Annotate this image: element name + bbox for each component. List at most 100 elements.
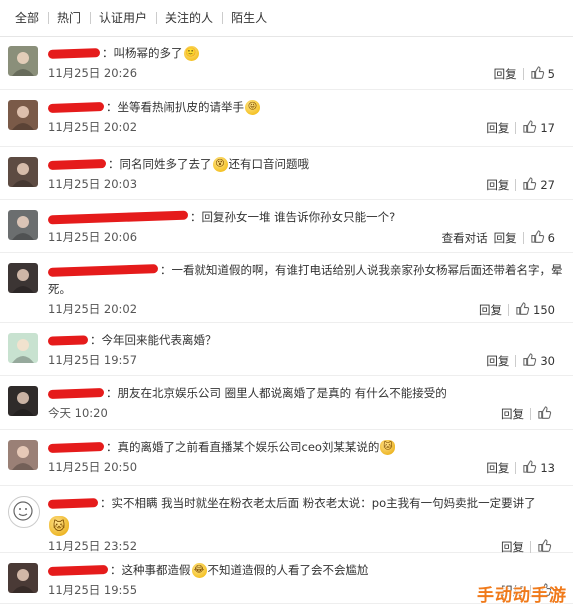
like-button[interactable]: 5 [530, 65, 555, 83]
divider [530, 408, 531, 420]
comment-text-part: ：坐等看热闹扒皮的请举手 [106, 100, 244, 114]
comment-item: ：一看就知道假的啊，有谁打电话给别人说我亲家孙女杨幂后面还带着名字，晕死。 11月… [0, 253, 573, 323]
comment-actions: 回复 27 [486, 176, 555, 194]
like-count: 30 [540, 354, 555, 368]
comment-time: 11月25日 20:02 [48, 120, 138, 134]
divider [515, 122, 517, 134]
thumbs-up-icon [522, 119, 537, 137]
like-count: 150 [533, 303, 555, 317]
like-button[interactable]: 17 [522, 119, 555, 137]
thumbs-up-icon [537, 405, 552, 423]
comment-text-part: 孙女一堆 谁告诉你孙女只能一个? [224, 210, 396, 224]
comment-list: ：叫杨幂的多了 🙂 11月25日 20:26 回复 5 ：坐等看热闹扒皮的请举手 😝 11月2… [0, 36, 573, 604]
reply-button[interactable]: 回复 [486, 177, 509, 193]
tab-4[interactable]: 陌生人 [222, 0, 276, 36]
reply-button[interactable]: 回复 [486, 120, 509, 136]
avatar[interactable] [8, 386, 38, 416]
divider [522, 232, 524, 244]
like-count: 6 [547, 231, 555, 245]
comment-time: 11月25日 20:50 [48, 460, 138, 474]
watermark-logo: 手动动手游 [477, 586, 567, 606]
avatar[interactable] [8, 496, 40, 528]
like-button[interactable]: 13 [522, 459, 555, 477]
avatar[interactable] [8, 210, 38, 240]
like-count: 13 [540, 461, 555, 475]
like-count: 27 [540, 178, 555, 192]
divider [530, 541, 531, 553]
like-button[interactable]: 150 [515, 301, 555, 319]
comment-text: ：朋友在北京娱乐公司 圈里人都说离婚了是真的 有什么不能接受的 [47, 384, 563, 403]
comment-item: ：真的离婚了之前看直播某个娱乐公司ceo刘某某说的 🐱 11月25日 20:50 回复… [0, 430, 573, 486]
like-button[interactable]: 27 [522, 176, 555, 194]
comment-text-part: ：同名同姓多了去了 [108, 157, 212, 171]
comment-text-part: ：回复 [190, 210, 225, 224]
divider [515, 462, 517, 474]
redacted-username[interactable] [47, 498, 99, 509]
filter-tabs: 全部 热门 认证用户 关注的人 陌生人 [0, 0, 573, 37]
comment-text-part: ：一看就知道假的啊，有谁打电话给别人说我亲家孙女杨幂后面还带着名字，晕 [160, 263, 563, 277]
avatar[interactable] [8, 333, 38, 363]
comment-time: 11月25日 20:26 [48, 66, 138, 80]
reply-button[interactable]: 回复 [494, 66, 517, 82]
tab-3[interactable]: 关注的人 [156, 0, 222, 36]
redacted-username[interactable] [47, 442, 105, 453]
redacted-username[interactable] [47, 564, 109, 577]
avatar[interactable] [8, 46, 38, 76]
tab-0[interactable]: 全部 [6, 0, 48, 36]
thumbs-up-icon [522, 176, 537, 194]
comment-actions: 查看对话 回复 6 [442, 229, 555, 247]
like-count: 5 [547, 67, 555, 81]
comment-text-part: ：朋友在北京娱乐公司 圈里人都说离婚了是真的 有什么不能接受的 [106, 386, 447, 400]
reply-button[interactable]: 回复 [501, 406, 524, 422]
redacted-username[interactable] [47, 210, 189, 225]
redacted-username[interactable] [47, 102, 105, 113]
comment-item: ：回复孙女一堆 谁告诉你孙女只能一个? 11月25日 20:06 查看对话 回复 6 [0, 200, 573, 253]
comment-time: 今天 10:20 [48, 406, 108, 420]
comment-item: ：叫杨幂的多了 🙂 11月25日 20:26 回复 5 [0, 36, 573, 90]
redacted-username[interactable] [47, 388, 105, 399]
comment-text-part: ：叫杨幂的多了 [102, 46, 183, 60]
avatar[interactable] [8, 157, 38, 187]
comment-actions: 回复 5 [494, 65, 555, 83]
comment-text-part: 死。 [48, 282, 71, 296]
redacted-username[interactable] [47, 335, 89, 346]
divider [508, 304, 510, 316]
redacted-username[interactable] [47, 48, 101, 59]
like-button[interactable]: 30 [522, 352, 555, 370]
redacted-username[interactable] [47, 264, 159, 277]
emoji-icon: 😝 [245, 100, 260, 115]
emoji-icon: 😂 [191, 563, 207, 578]
tab-2[interactable]: 认证用户 [90, 0, 156, 36]
reply-button[interactable]: 回复 [486, 460, 509, 476]
comment-text-part: ：今年回来能代表离婚？ [90, 333, 217, 347]
avatar[interactable] [8, 440, 38, 470]
comment-text-part: 还有口音问题哦 [228, 157, 310, 171]
comment-actions: 回复 13 [486, 459, 555, 477]
view-conversation-link[interactable]: 查看对话 [442, 230, 488, 246]
reply-button[interactable]: 回复 [486, 353, 509, 369]
like-count: 17 [540, 121, 555, 135]
comment-text: ：今年回来能代表离婚？ [47, 331, 563, 350]
comment-text: ：真的离婚了之前看直播某个娱乐公司ceo刘某某说的 🐱 [47, 438, 563, 457]
avatar[interactable] [8, 100, 38, 130]
like-button[interactable] [537, 405, 555, 423]
reply-button[interactable]: 回复 [494, 230, 517, 246]
thumbs-up-icon [515, 301, 530, 319]
comment-actions: 回复 30 [486, 352, 555, 370]
tab-1[interactable]: 热门 [48, 0, 90, 36]
like-button[interactable]: 6 [530, 229, 555, 247]
comment-item: ：坐等看热闹扒皮的请举手 😝 11月25日 20:02 回复 17 [0, 90, 573, 147]
comment-text-part: 不知道造假的人看了会不会尴尬 [207, 563, 369, 577]
comment-time: 11月25日 20:02 [48, 302, 138, 316]
emoji-icon: 🐱 [49, 516, 69, 536]
redacted-username[interactable] [47, 158, 107, 171]
comment-actions: 回复 17 [486, 119, 555, 137]
avatar[interactable] [8, 263, 38, 293]
avatar[interactable] [8, 563, 38, 593]
thumbs-up-icon [530, 65, 545, 83]
comment-time: 11月25日 19:55 [48, 583, 138, 597]
reply-button[interactable]: 回复 [479, 302, 502, 318]
thumbs-up-icon [522, 459, 537, 477]
thumbs-up-icon [530, 229, 545, 247]
comment-actions: 回复 [501, 405, 555, 423]
